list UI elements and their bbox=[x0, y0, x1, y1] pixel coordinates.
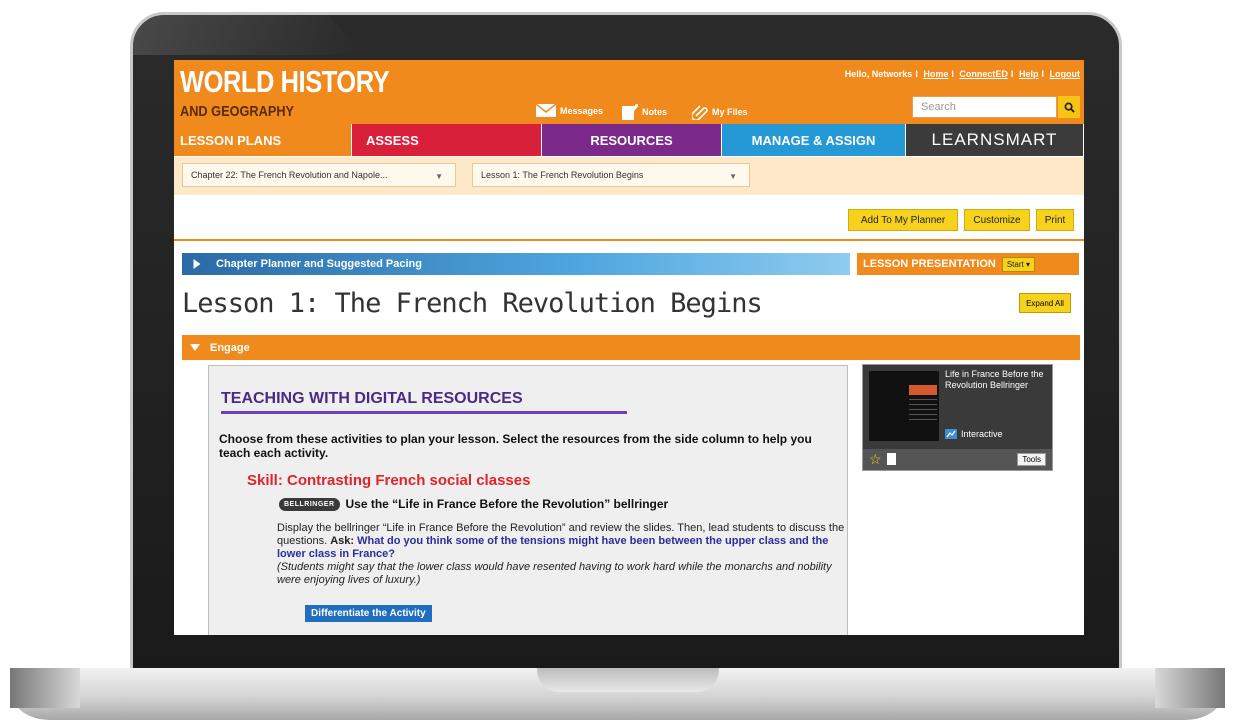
notes-label: Notes bbox=[642, 107, 668, 117]
search-button[interactable] bbox=[1058, 96, 1080, 118]
notes-button[interactable]: Notes bbox=[622, 104, 667, 120]
bellringer-heading: Use the “Life in France Before the Revol… bbox=[345, 497, 669, 511]
chapter-select[interactable]: Chapter 22: The French Revolution and Na… bbox=[182, 163, 456, 187]
bellringer-row: BELLRINGER Use the “Life in France Befor… bbox=[279, 497, 668, 511]
header-links: Hello, Networks I Home I ConnectED I Help I … bbox=[844, 69, 1081, 79]
messages-label: Messages bbox=[560, 105, 604, 116]
search-icon bbox=[1064, 102, 1075, 113]
resource-thumbnail[interactable] bbox=[869, 371, 939, 441]
thumbnail-lines bbox=[909, 399, 937, 423]
myfiles-button[interactable]: My Files bbox=[692, 104, 748, 120]
lid-glare bbox=[133, 15, 363, 55]
action-bar: Add To My Planner Customize Print bbox=[174, 195, 1084, 241]
chapter-planner-label: Chapter Planner and Suggested Pacing bbox=[216, 258, 422, 270]
paperclip-icon bbox=[692, 105, 708, 120]
tab-assess[interactable]: ASSESS bbox=[352, 124, 542, 156]
resource-card-footer: ☆ Tools bbox=[863, 449, 1052, 470]
laptop-base-right-edge bbox=[1155, 668, 1225, 708]
laptop-notch bbox=[537, 668, 719, 692]
resource-type-label: Interactive bbox=[961, 429, 1003, 439]
section-heading: TEACHING WITH DIGITAL RESOURCES bbox=[221, 390, 523, 407]
resource-title[interactable]: Life in France Before the Revolution Bel… bbox=[945, 369, 1051, 391]
interactive-icon bbox=[945, 429, 957, 439]
page-title: Lesson 1: The French Revolution Begins bbox=[182, 288, 763, 319]
start-button[interactable]: Start ▾ bbox=[1001, 256, 1035, 272]
chevron-down-icon: ▼ bbox=[729, 172, 737, 181]
intro-text: Choose from these activities to plan you… bbox=[219, 432, 812, 460]
lesson-select[interactable]: Lesson 1: The French Revolution Begins ▼ bbox=[472, 163, 750, 187]
laptop-base-left-edge bbox=[10, 668, 80, 708]
brand-title: WORLD HISTORY bbox=[180, 64, 390, 99]
expand-all-button[interactable]: Expand All bbox=[1019, 293, 1071, 313]
differentiate-button[interactable]: Differentiate the Activity bbox=[305, 605, 432, 622]
help-link[interactable]: Help bbox=[1019, 69, 1039, 79]
search-input[interactable]: Search bbox=[912, 96, 1057, 118]
chapter-planner-bar[interactable]: Chapter Planner and Suggested Pacing bbox=[182, 253, 850, 275]
brand-subtitle: AND GEOGRAPHY bbox=[180, 103, 295, 120]
notes-icon bbox=[622, 104, 638, 120]
connected-link[interactable]: ConnectED bbox=[959, 69, 1008, 79]
tools-button[interactable]: Tools bbox=[1017, 453, 1046, 466]
thumbnail-highlight bbox=[909, 385, 937, 395]
student-answer-note: (Students might say that the lower class… bbox=[277, 561, 832, 586]
tab-learnsmart[interactable]: LEARNSMART bbox=[906, 124, 1084, 156]
envelope-icon bbox=[536, 104, 556, 117]
add-to-planner-button[interactable]: Add To My Planner bbox=[848, 209, 958, 231]
tab-resources[interactable]: RESOURCES bbox=[542, 124, 722, 156]
logout-link[interactable]: Logout bbox=[1050, 69, 1081, 79]
screen: WORLD HISTORY AND GEOGRAPHY Hello, Netwo… bbox=[174, 60, 1084, 635]
myfiles-label: My Files bbox=[712, 107, 748, 117]
tab-manage-assign[interactable]: MANAGE & ASSIGN bbox=[722, 124, 906, 156]
ask-question: What do you think some of the tensions m… bbox=[277, 535, 829, 560]
engage-label: Engage bbox=[210, 341, 250, 354]
star-icon[interactable]: ☆ bbox=[869, 451, 882, 468]
teaching-content-panel: TEACHING WITH DIGITAL RESOURCES Choose f… bbox=[208, 365, 848, 635]
resource-type: Interactive bbox=[945, 429, 1003, 439]
greeting: Hello, Networks bbox=[844, 69, 913, 79]
ask-label: Ask: bbox=[330, 535, 355, 547]
lesson-select-value: Lesson 1: The French Revolution Begins bbox=[481, 170, 644, 180]
bellringer-badge: BELLRINGER bbox=[279, 497, 340, 511]
home-link[interactable]: Home bbox=[923, 69, 948, 79]
top-header: WORLD HISTORY AND GEOGRAPHY Hello, Netwo… bbox=[174, 60, 1084, 124]
skill-heading: Skill: Contrasting French social classes bbox=[247, 472, 531, 489]
messages-button[interactable]: Messages bbox=[536, 104, 603, 117]
chevron-right-icon bbox=[193, 259, 201, 269]
activity-body: Display the bellringer “Life in France B… bbox=[277, 522, 847, 587]
print-button[interactable]: Print bbox=[1036, 209, 1074, 231]
customize-button[interactable]: Customize bbox=[964, 209, 1030, 231]
lesson-presentation-bar: LESSON PRESENTATION Start ▾ bbox=[857, 253, 1079, 275]
tab-lesson-plans[interactable]: LESSON PLANS bbox=[174, 124, 352, 156]
heading-underline bbox=[221, 411, 627, 414]
main-nav: LESSON PLANS ASSESS RESOURCES MANAGE & A… bbox=[174, 124, 1084, 156]
chevron-down-icon: ▼ bbox=[435, 172, 443, 181]
resource-card[interactable]: Life in France Before the Revolution Bel… bbox=[862, 364, 1053, 471]
engage-section-header[interactable]: Engage bbox=[182, 335, 1080, 360]
document-icon[interactable] bbox=[887, 453, 896, 465]
breadcrumb: Chapter 22: The French Revolution and Na… bbox=[174, 157, 1084, 195]
chapter-select-value: Chapter 22: The French Revolution and Na… bbox=[191, 170, 388, 180]
lesson-presentation-label: LESSON PRESENTATION bbox=[863, 258, 996, 270]
chevron-down-icon bbox=[190, 344, 200, 351]
